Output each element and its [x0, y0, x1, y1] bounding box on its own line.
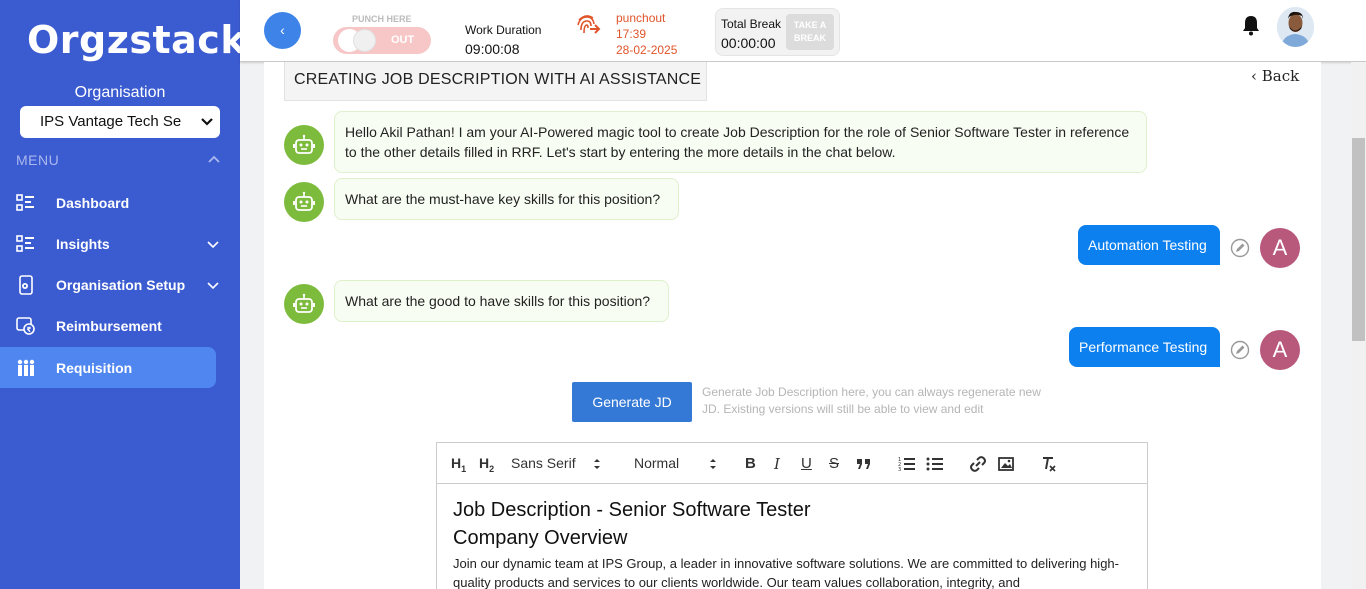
svg-text:3: 3 — [898, 467, 901, 473]
clear-format-icon[interactable] — [1040, 455, 1058, 473]
dashboard-icon — [16, 194, 34, 211]
work-duration-value: 09:00:08 — [465, 41, 520, 57]
sidebar-item-requisition[interactable]: Requisition — [0, 347, 216, 388]
editor-heading-1[interactable]: Job Description - Senior Software Tester — [453, 499, 811, 522]
sidebar-item-dashboard[interactable]: Dashboard — [0, 182, 216, 223]
punchout-time: 17:39 — [616, 27, 647, 41]
total-break-label: Total Break — [721, 17, 782, 31]
menu-heading: MENU — [16, 152, 60, 168]
chevron-down-icon — [201, 118, 213, 126]
collapse-sidebar-button[interactable]: ‹ — [264, 12, 301, 49]
organisation-select-value: IPS Vantage Tech Se — [40, 113, 182, 130]
back-link[interactable]: ‹ Back — [1251, 67, 1299, 85]
sidebar-item-organisation-setup[interactable]: Organisation Setup — [0, 264, 219, 305]
svg-text:₹: ₹ — [27, 326, 32, 334]
user-avatar: A — [1260, 330, 1300, 370]
sidebar: Orgzstack Organisation IPS Vantage Tech … — [0, 0, 246, 589]
user-avatar: A — [1260, 228, 1300, 268]
jd-editor: H1 H2 Sans Serif Normal B I U S 123 Job … — [436, 442, 1148, 589]
back-chevron-icon: ‹ — [1251, 67, 1262, 85]
bot-message: Hello Akil Pathan! I am your AI-Powered … — [334, 111, 1147, 173]
fingerprint-icon — [577, 15, 601, 34]
profile-avatar[interactable] — [1277, 7, 1314, 47]
user-message: Automation Testing — [1078, 225, 1220, 265]
chevron-down-icon — [207, 241, 219, 249]
organisation-label: Organisation — [74, 84, 166, 101]
ordered-list-icon[interactable]: 123 — [898, 455, 916, 473]
italic-button[interactable]: I — [774, 455, 780, 473]
image-icon[interactable] — [997, 455, 1015, 473]
page-scrollbar[interactable] — [1351, 62, 1366, 589]
organisation-select[interactable]: IPS Vantage Tech Se — [20, 106, 220, 138]
sidebar-item-label: Dashboard — [56, 195, 130, 211]
sidebar-item-label: Reimbursement — [56, 318, 162, 334]
user-message: Performance Testing — [1069, 327, 1220, 367]
bot-message: What are the must-have key skills for th… — [334, 178, 679, 220]
take-break-label-line2: BREAK — [793, 33, 826, 43]
total-break-value: 00:00:00 — [721, 35, 776, 51]
toggle-knob — [353, 29, 376, 52]
select-arrows-icon — [594, 459, 600, 469]
bell-icon[interactable] — [1241, 14, 1261, 36]
bold-button[interactable]: B — [745, 455, 756, 472]
strikethrough-button[interactable]: S — [829, 455, 839, 472]
punch-state: OUT — [391, 34, 415, 46]
punchout-date: 28-02-2025 — [616, 43, 678, 57]
sidebar-item-label: Insights — [56, 236, 110, 252]
insights-icon — [16, 235, 34, 252]
punch-toggle[interactable]: OUT — [333, 27, 431, 54]
editor-heading-2[interactable]: Company Overview — [453, 527, 628, 550]
blockquote-icon[interactable] — [855, 455, 873, 473]
robot-icon — [293, 134, 315, 154]
sidebar-item-reimbursement[interactable]: ₹ Reimbursement — [0, 305, 216, 346]
page-title: CREATING JOB DESCRIPTION WITH AI ASSISTA… — [284, 62, 707, 101]
robot-icon — [293, 293, 315, 313]
bullet-list-icon[interactable] — [926, 455, 944, 473]
organisation-setup-icon — [19, 275, 33, 295]
profile-photo-icon — [1277, 7, 1314, 47]
app-logo[interactable]: Orgzstack — [27, 18, 246, 62]
editor-paragraph[interactable]: Join our dynamic team at IPS Group, a le… — [453, 554, 1133, 589]
reimbursement-icon: ₹ — [16, 317, 35, 335]
chevron-down-icon — [207, 282, 219, 290]
bot-avatar — [284, 125, 324, 165]
font-size-select[interactable]: Normal — [634, 455, 679, 471]
punchout-label: punchout — [616, 11, 666, 25]
chevron-up-icon[interactable] — [207, 153, 221, 167]
break-panel: Total Break 00:00:00 TAKE A BREAK — [715, 8, 840, 56]
sidebar-item-label: Organisation Setup — [56, 277, 186, 293]
take-break-button[interactable]: TAKE A BREAK — [786, 14, 834, 50]
back-label: Back — [1261, 67, 1300, 85]
robot-icon — [293, 191, 315, 211]
punch-label: PUNCH HERE — [352, 14, 412, 24]
top-header: ‹ PUNCH HERE OUT Work Duration 09:00:08 … — [240, 0, 1366, 62]
bot-avatar — [284, 182, 324, 222]
underline-button[interactable]: U — [801, 455, 812, 472]
sidebar-item-insights[interactable]: Insights — [0, 223, 219, 264]
edit-icon[interactable] — [1230, 238, 1250, 258]
link-icon[interactable] — [969, 455, 987, 473]
scrollbar-thumb[interactable] — [1352, 138, 1365, 341]
generate-jd-button[interactable]: Generate JD — [572, 382, 692, 422]
heading2-button[interactable]: H2 — [479, 455, 494, 474]
generate-note: Generate Job Description here, you can a… — [702, 385, 1041, 416]
sidebar-item-label: Requisition — [56, 360, 133, 376]
bot-avatar — [284, 284, 324, 324]
requisition-icon — [17, 359, 35, 376]
take-break-label-line1: TAKE A — [793, 20, 827, 30]
work-duration-label: Work Duration — [465, 23, 542, 37]
select-arrows-icon — [710, 459, 716, 469]
bot-message: What are the good to have skills for thi… — [334, 280, 669, 322]
editor-toolbar: H1 H2 Sans Serif Normal B I U S 123 — [437, 443, 1147, 484]
font-family-select[interactable]: Sans Serif — [511, 455, 576, 471]
heading1-button[interactable]: H1 — [451, 455, 466, 474]
edit-icon[interactable] — [1230, 340, 1250, 360]
